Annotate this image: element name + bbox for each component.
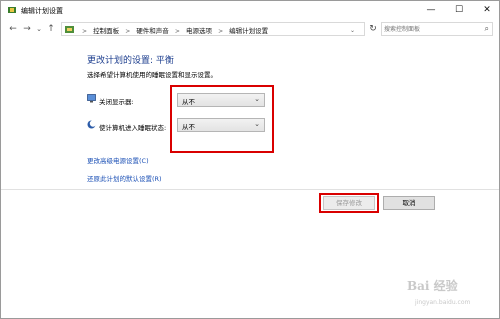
sleep-label: 使计算机进入睡眠状态: bbox=[99, 124, 167, 132]
close-button[interactable]: ✕ bbox=[475, 1, 499, 19]
back-icon[interactable]: ← bbox=[7, 22, 19, 36]
moon-icon bbox=[87, 120, 96, 129]
control-panel-icon bbox=[65, 26, 74, 33]
baidu-watermark: Bai 经验 jingyan.baidu.com bbox=[407, 277, 487, 311]
highlight-save-button bbox=[319, 193, 379, 213]
breadcrumb-separator: > bbox=[125, 28, 131, 35]
maximize-button[interactable]: ☐ bbox=[447, 1, 471, 19]
recent-locations-icon[interactable]: ⌄ bbox=[33, 22, 45, 36]
search-icon[interactable]: ⌕ bbox=[485, 24, 489, 34]
window-title: 编辑计划设置 bbox=[21, 7, 63, 15]
advanced-power-settings-link[interactable]: 更改高级电源设置(C) bbox=[87, 155, 149, 165]
restore-defaults-link[interactable]: 还原此计划的默认设置(R) bbox=[87, 173, 162, 183]
search-box[interactable]: ⌕ bbox=[381, 22, 493, 36]
breadcrumb-separator: > bbox=[218, 28, 224, 35]
breadcrumb-power-options[interactable]: 电源选项 bbox=[186, 27, 212, 35]
cancel-button[interactable]: 取消 bbox=[383, 196, 435, 210]
watermark-brand: Bai 经验 bbox=[407, 279, 458, 293]
breadcrumb-edit-plan[interactable]: 编辑计划设置 bbox=[229, 27, 268, 35]
breadcrumb-separator: > bbox=[174, 28, 180, 35]
search-input[interactable] bbox=[384, 24, 476, 34]
page-title: 更改计划的设置: 平衡 bbox=[87, 56, 174, 66]
navigation-bar: ← → ⌄ ↑ > 控制面板 > 硬件和声音 > 电源选项 > 编辑计划设置 ⌄… bbox=[1, 19, 499, 39]
forward-icon[interactable]: → bbox=[21, 22, 33, 36]
power-options-icon bbox=[8, 7, 16, 13]
refresh-icon[interactable]: ↻ bbox=[367, 22, 379, 36]
minimize-button[interactable]: — bbox=[419, 1, 443, 19]
breadcrumb-hardware-sound[interactable]: 硬件和声音 bbox=[136, 27, 169, 35]
title-bar: 编辑计划设置 — ☐ ✕ bbox=[1, 1, 499, 19]
breadcrumb: > 控制面板 > 硬件和声音 > 电源选项 > 编辑计划设置 bbox=[78, 25, 268, 35]
window: 编辑计划设置 — ☐ ✕ ← → ⌄ ↑ > 控制面板 > 硬件和声音 > 电源… bbox=[0, 0, 500, 319]
highlight-dropdowns bbox=[170, 85, 274, 153]
address-dropdown-icon[interactable]: ⌄ bbox=[350, 27, 355, 34]
address-bar[interactable]: > 控制面板 > 硬件和声音 > 电源选项 > 编辑计划设置 ⌄ bbox=[61, 22, 365, 36]
up-icon[interactable]: ↑ bbox=[45, 22, 57, 36]
breadcrumb-separator: > bbox=[82, 28, 88, 35]
display-off-label: 关闭显示器: bbox=[99, 98, 134, 106]
monitor-icon bbox=[87, 94, 96, 103]
watermark-url: jingyan.baidu.com bbox=[415, 299, 471, 306]
divider bbox=[1, 189, 499, 190]
breadcrumb-control-panel[interactable]: 控制面板 bbox=[93, 27, 119, 35]
page-description: 选择希望计算机使用的睡眠设置和显示设置。 bbox=[87, 71, 217, 79]
